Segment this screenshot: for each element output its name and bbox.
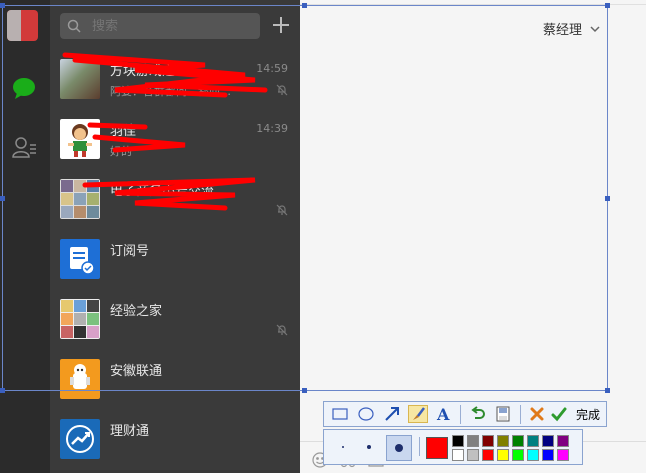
resize-handle[interactable] (302, 388, 307, 393)
resize-handle[interactable] (0, 3, 5, 8)
chat-name: 理财通 (110, 424, 150, 439)
divider (419, 437, 420, 456)
color-swatch[interactable] (482, 449, 494, 461)
check-icon[interactable] (549, 405, 569, 423)
resize-handle[interactable] (0, 196, 5, 201)
cancel-icon[interactable] (527, 405, 547, 423)
divider (520, 405, 521, 424)
color-swatch[interactable] (497, 435, 509, 447)
chat-avatar (60, 419, 100, 459)
resize-handle[interactable] (605, 3, 610, 8)
screenshot-toolbar: A 完成 (323, 401, 607, 427)
resize-handle[interactable] (302, 3, 307, 8)
resize-handle[interactable] (605, 388, 610, 393)
color-swatch[interactable] (542, 449, 554, 461)
color-swatch[interactable] (467, 449, 479, 461)
divider (460, 405, 461, 424)
arrow-tool-icon[interactable] (382, 405, 402, 423)
color-swatch[interactable] (512, 449, 524, 461)
save-icon[interactable] (493, 405, 513, 423)
selected-color-swatch[interactable] (426, 437, 448, 459)
color-swatch[interactable] (452, 449, 464, 461)
color-swatch[interactable] (527, 435, 539, 447)
screenshot-selection[interactable] (2, 5, 608, 391)
brush-size-large[interactable] (386, 435, 412, 461)
svg-text:A: A (436, 406, 450, 422)
color-swatch[interactable] (557, 435, 569, 447)
undo-icon[interactable] (467, 405, 487, 423)
brush-tool-icon[interactable] (408, 405, 428, 423)
chat-item[interactable]: 理财通 (50, 410, 300, 470)
color-swatch[interactable] (467, 435, 479, 447)
brush-size-medium[interactable] (358, 436, 380, 458)
color-palette (452, 435, 578, 463)
color-swatch[interactable] (452, 435, 464, 447)
color-swatch[interactable] (557, 449, 569, 461)
resize-handle[interactable] (0, 388, 5, 393)
brush-options-toolbar (323, 429, 583, 465)
done-button[interactable]: 完成 (576, 406, 600, 423)
color-swatch[interactable] (542, 435, 554, 447)
ellipse-tool-icon[interactable] (356, 405, 376, 423)
resize-handle[interactable] (605, 196, 610, 201)
color-swatch[interactable] (527, 449, 539, 461)
text-tool-icon[interactable]: A (434, 405, 454, 423)
color-swatch[interactable] (512, 435, 524, 447)
color-swatch[interactable] (482, 435, 494, 447)
rectangle-tool-icon[interactable] (330, 405, 350, 423)
brush-size-small[interactable] (332, 436, 354, 458)
color-swatch[interactable] (497, 449, 509, 461)
